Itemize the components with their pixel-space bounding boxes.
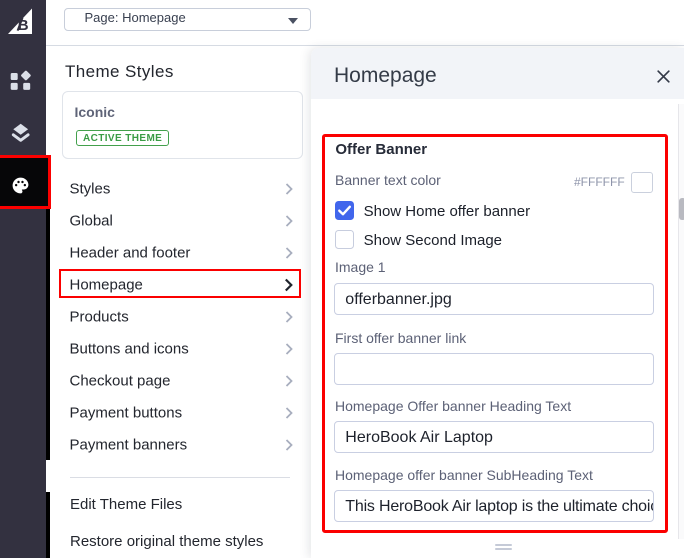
svg-text:B: B [18, 17, 29, 34]
